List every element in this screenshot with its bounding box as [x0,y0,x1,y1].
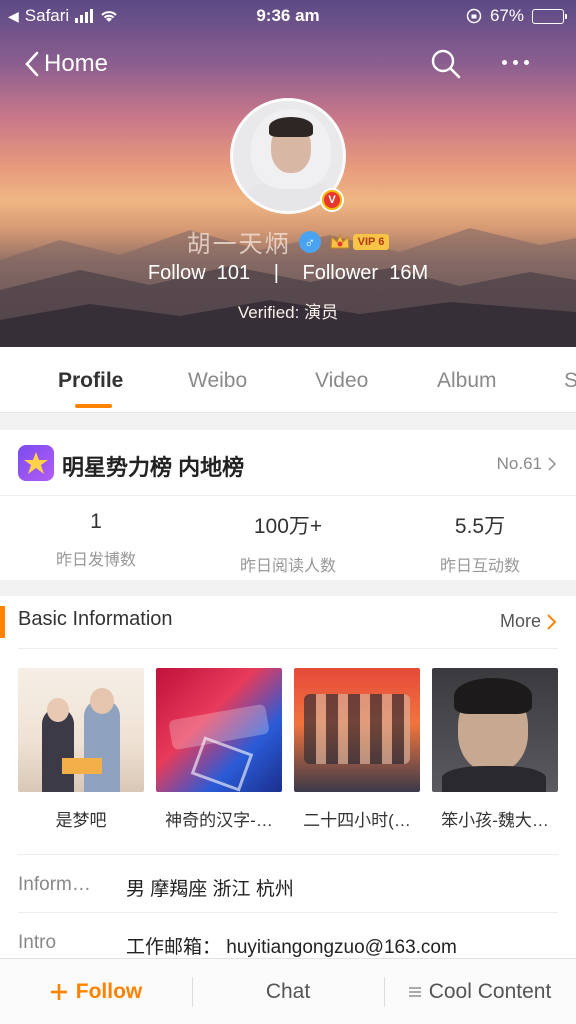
cool-content-button[interactable]: Cool Content [384,959,576,1024]
navigation-bar: Home [0,44,576,88]
stat-label: 昨日阅读人数 [239,558,336,575]
stat-interactions-yesterday: 5.5万 昨日互动数 [384,510,576,576]
verified-label: Verified: [237,303,300,322]
chevron-right-icon [547,613,556,630]
basic-information-section: Basic Information More 是梦吧 神奇的汉字-… 二十四小时… [0,596,576,958]
verified-info: Verified: 演员 [0,298,576,323]
work-caption: 是梦吧 [55,811,107,830]
follower-label: Follower [302,262,379,284]
info-value: 男 摩羯座 浙江 杭州 [126,879,294,900]
vip-badge[interactable]: VIP 6 [329,232,390,252]
back-label: Home [44,50,109,77]
star-ranking-card: 明星势力榜 内地榜 No.61 1 昨日发博数 100万+ 昨日阅读人数 5.5… [0,430,576,580]
divider [18,648,558,649]
male-gender-icon: ♂ [298,230,321,253]
chat-button[interactable]: Chat [192,959,384,1024]
star-ranking-title: 明星势力榜 内地榜 [62,455,245,480]
section-accent-bar [0,606,5,638]
profile-tabs: Profile Weibo Video Album S [0,347,576,413]
work-caption: 笨小孩-魏大… [441,811,549,830]
profile-name: 胡一天炳 [186,231,291,258]
work-poster-image [294,668,420,792]
work-caption: 二十四小时(… [303,811,411,830]
tab-weibo[interactable]: Weibo [188,369,247,393]
chevron-right-icon [548,457,556,471]
work-item[interactable]: 笨小孩-魏大… [432,668,558,831]
orientation-lock-icon [466,8,482,24]
info-value: 工作邮箱： huyitiangongzuo@163.com [126,937,457,958]
work-item[interactable]: 神奇的汉字-… [156,668,282,831]
verified-v-badge-icon: V [320,188,344,212]
search-button[interactable] [430,48,462,85]
battery-icon [532,8,567,24]
verified-value: 演员 [304,303,339,322]
info-key: Inform… [18,874,91,895]
follower-count: 16M [389,262,429,284]
star-ranking-header[interactable]: 明星势力榜 内地榜 No.61 [0,430,576,496]
stat-value: 100万+ [253,515,323,538]
stat-value: 5.5万 [454,515,506,538]
star-ranking-number: No.61 [497,454,556,474]
tab-profile[interactable]: Profile [58,369,123,393]
search-icon [431,49,461,79]
tab-video[interactable]: Video [315,369,368,393]
stat-value: 1 [90,510,102,533]
follower-count-link[interactable]: Follower 16M [303,262,429,284]
more-options-button[interactable] [502,60,529,65]
stat-label: 昨日发博数 [55,552,136,569]
vip-level: VIP 6 [352,233,390,250]
ranking-number-text: No.61 [496,454,542,473]
more-label: More [499,611,541,631]
tab-more-partial[interactable]: S [564,369,576,393]
star-ranking-logo-icon [18,445,54,481]
work-caption: 神奇的汉字-… [165,811,273,830]
follow-button-label: Follow [75,980,143,1003]
divider [18,854,558,855]
battery-percent: 67% [489,6,524,25]
divider [18,912,558,913]
chat-button-label: Chat [265,980,311,1003]
follow-count: 101 [216,262,251,284]
work-poster-image [18,668,144,792]
stat-posts-yesterday: 1 昨日发博数 [0,510,192,570]
back-button[interactable]: Home [24,50,108,78]
work-poster-image [156,668,282,792]
profile-header: ◀ Safari 9:36 am 67% Home V 胡一天炳 ♂ VIP 6 [0,0,576,347]
cool-content-label: Cool Content [428,980,552,1003]
section-title: Basic Information [18,608,173,630]
crown-icon [330,233,350,248]
ranking-stats: 1 昨日发博数 100万+ 昨日阅读人数 5.5万 昨日互动数 [0,496,576,580]
follow-label: Follow [147,262,206,284]
work-item[interactable]: 是梦吧 [18,668,144,831]
info-key: Intro [18,932,57,953]
stat-readers-yesterday: 100万+ 昨日阅读人数 [192,510,384,576]
tab-album[interactable]: Album [437,369,497,393]
chevron-left-icon [25,51,39,77]
bottom-action-bar: Follow Chat Cool Content [0,958,576,1024]
active-tab-indicator [75,404,112,408]
follow-count-link[interactable]: Follow 101 [148,262,250,284]
menu-lines-icon [408,985,421,999]
work-poster-image [432,668,558,792]
more-button[interactable]: More [500,611,556,632]
follow-button[interactable]: Follow [0,959,192,1024]
stat-label: 昨日互动数 [439,558,520,575]
work-item[interactable]: 二十四小时(… [294,668,420,831]
stat-divider: | [273,262,279,284]
plus-icon [50,984,67,1000]
status-bar: ◀ Safari 9:36 am 67% [0,0,576,34]
